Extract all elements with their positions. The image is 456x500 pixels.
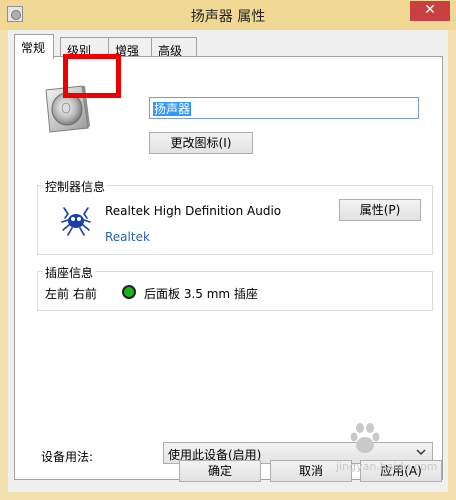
jack-info-label: 插座信息 (43, 264, 96, 281)
close-icon[interactable]: ✕ (424, 2, 436, 18)
tab-general[interactable]: 常规 (14, 34, 54, 59)
jack-position: 左前 右前 (45, 287, 97, 301)
cancel-button[interactable]: 取消 (270, 460, 352, 482)
controller-info-group: 控制器信息 Realtek High Definition Audio Real… (37, 178, 433, 255)
ok-label: 确定 (207, 464, 232, 478)
controller-vendor-link[interactable]: Realtek (105, 230, 150, 244)
realtek-crab-icon (61, 207, 91, 236)
controller-properties-button[interactable]: 属性(P) (339, 199, 421, 221)
controller-info-label: 控制器信息 (43, 178, 108, 195)
dialog-client: 常规 级别 增强 高级 扬声器 更改图标(I) 控制器信息 Realtek Hi… (8, 30, 448, 492)
device-name-value: 扬声器 (153, 102, 192, 116)
cancel-label: 取消 (298, 464, 323, 478)
chevron-down-icon (416, 449, 426, 456)
device-usage-label: 设备用法: (41, 450, 94, 464)
tab-general-label: 常规 (21, 41, 46, 55)
controller-name: Realtek High Definition Audio (105, 204, 282, 218)
apply-button[interactable]: 应用(A) (360, 460, 442, 482)
close-button[interactable]: ✕ (410, 1, 450, 21)
change-icon-label: 更改图标(I) (170, 136, 232, 150)
green-jack-icon (122, 285, 136, 299)
jack-description: 后面板 3.5 mm 插座 (144, 287, 258, 301)
title-bar: 扬声器 属性 ✕ (0, 0, 456, 30)
ok-button[interactable]: 确定 (179, 460, 261, 482)
jack-info-group: 插座信息 左前 右前 后面板 3.5 mm 插座 (37, 264, 433, 311)
window-title: 扬声器 属性 (190, 9, 266, 25)
device-name-input[interactable]: 扬声器 (149, 97, 419, 119)
apply-label: 应用(A) (380, 464, 422, 478)
controller-properties-label: 属性(P) (359, 203, 401, 217)
general-tab-panel: 扬声器 更改图标(I) 控制器信息 Realtek High Definitio… (14, 56, 443, 480)
change-icon-button[interactable]: 更改图标(I) (149, 132, 253, 154)
levels-tab-highlight (63, 54, 121, 98)
